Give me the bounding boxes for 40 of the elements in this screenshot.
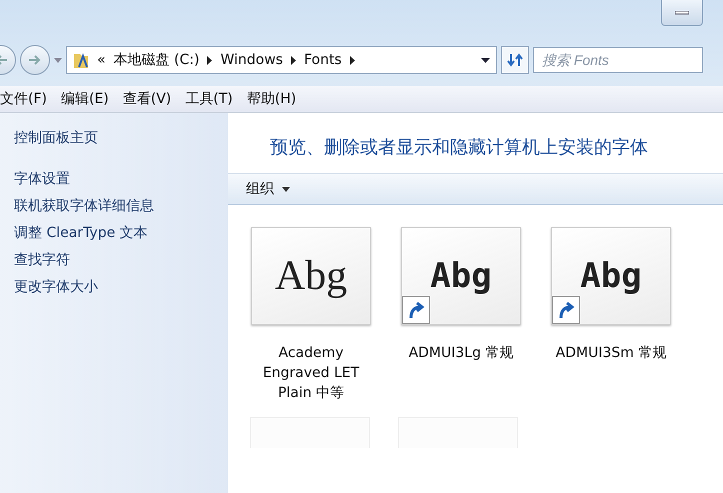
address-bar[interactable]: « 本地磁盘 (C:) Windows Fonts [66, 46, 497, 74]
forward-arrow-icon [28, 54, 42, 66]
menu-item[interactable]: 文件(F) [0, 90, 47, 108]
sidebar-link[interactable]: 更改字体大小 [14, 278, 228, 296]
sidebar-link[interactable]: 查找字符 [14, 251, 228, 269]
caret-icon [282, 186, 290, 192]
menu-item[interactable]: 编辑(E) [60, 90, 109, 108]
font-file-icon[interactable]: Abg [401, 227, 521, 325]
font-preview: Abg [274, 252, 348, 300]
dropdown-caret-icon[interactable] [481, 58, 490, 62]
font-folder-icon [73, 51, 89, 69]
font-file-icon[interactable]: Abg [251, 227, 371, 325]
font-name: ADMUI3Sm 常规 [556, 344, 666, 363]
breadcrumb-arrow-icon[interactable] [290, 56, 296, 64]
breadcrumb[interactable]: Fonts [304, 52, 342, 68]
sidebar-link[interactable]: 联机获取字体详细信息 [14, 197, 228, 215]
history-caret-icon [54, 58, 62, 62]
minimize-button[interactable] [661, 0, 703, 26]
minimize-icon [675, 10, 689, 14]
font-preview: Abg [580, 256, 642, 296]
font-name: Academy Engraved LET Plain 中等 [262, 344, 360, 403]
menu-item[interactable]: 工具(T) [185, 90, 233, 108]
address-overflow[interactable]: « [97, 52, 106, 68]
breadcrumb-arrow-icon[interactable] [207, 56, 212, 64]
menu-item[interactable]: 查看(V) [122, 90, 172, 108]
search-field[interactable]: 搜索 Fonts [533, 47, 703, 73]
breadcrumb[interactable]: Windows [220, 52, 283, 68]
breadcrumb[interactable]: 本地磁盘 (C:) [114, 51, 200, 69]
sidebar-link[interactable]: 控制面板主页 [14, 129, 228, 147]
sidebar-link[interactable]: 字体设置 [14, 170, 228, 188]
page-heading: 预览、删除或者显示和隐藏计算机上安装的字体 [269, 136, 649, 160]
font-file-icon[interactable]: Abg [551, 227, 671, 325]
font-name: ADMUI3Lg 常规 [408, 344, 514, 363]
refresh-arrows-icon [507, 53, 523, 67]
organize-button[interactable]: 组织 [246, 180, 290, 198]
sidebar-link[interactable]: 调整 ClearType 文本 [14, 224, 228, 242]
refresh-button[interactable] [501, 46, 529, 74]
menu-item[interactable]: 帮助(H) [246, 90, 296, 108]
breadcrumb-arrow-icon[interactable] [350, 56, 355, 64]
font-preview: Abg [430, 256, 492, 296]
